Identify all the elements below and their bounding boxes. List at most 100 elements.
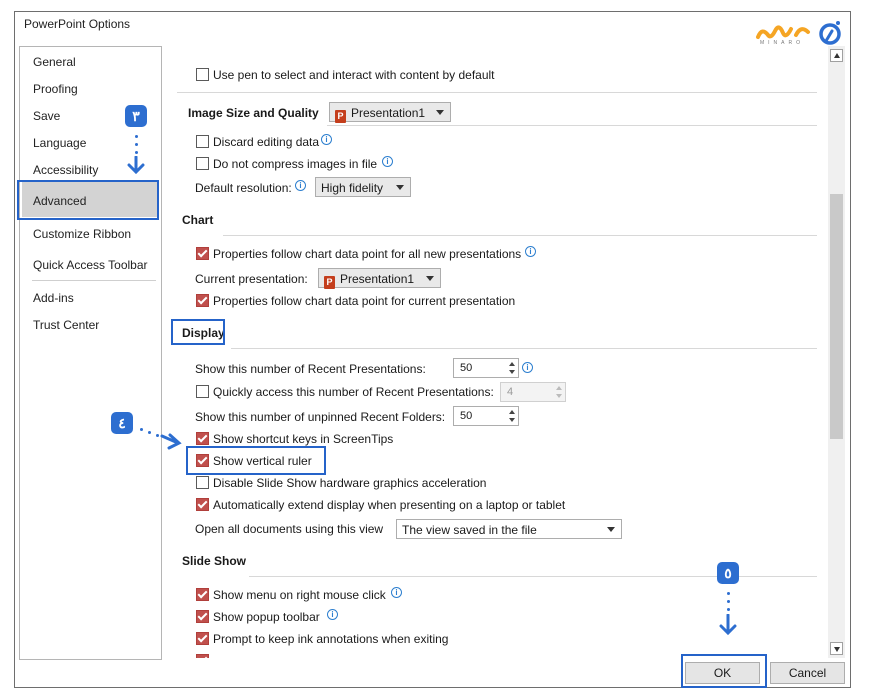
recent-presentations-value: 50 <box>460 362 473 374</box>
recent-folders-spinner[interactable]: 50 <box>453 406 519 426</box>
recent-folders-label: Show this number of unpinned Recent Fold… <box>195 410 446 424</box>
info-icon: i <box>382 156 393 167</box>
use-pen-label: Use pen to select and interact with cont… <box>213 68 495 82</box>
scrollbar-thumb[interactable] <box>830 194 843 439</box>
chevron-down-icon <box>436 110 444 115</box>
minaro-logo: MINARO <box>754 17 844 49</box>
disable-hw-label: Disable Slide Show hardware graphics acc… <box>213 476 487 490</box>
prop-current-label: Properties follow chart data point for c… <box>213 294 516 308</box>
recent-presentations-label: Show this number of Recent Presentations… <box>195 362 426 376</box>
shortcut-keys-checkbox[interactable] <box>196 432 209 445</box>
powerpoint-icon: P <box>335 110 346 123</box>
info-icon: i <box>295 180 306 191</box>
powerpoint-icon: P <box>324 276 335 289</box>
cancel-button[interactable]: Cancel <box>770 662 845 684</box>
quick-access-spinner[interactable]: 4 <box>500 382 566 402</box>
current-presentation-value: Presentation1 <box>340 272 415 286</box>
image-document-dropdown[interactable]: P Presentation1 <box>329 102 451 123</box>
shortcut-keys-label: Show shortcut keys in ScreenTips <box>213 432 394 446</box>
divider <box>177 92 817 93</box>
divider <box>231 348 817 349</box>
highlight-ok <box>681 654 767 688</box>
no-compress-checkbox[interactable] <box>196 157 209 170</box>
arrow-down-icon <box>719 614 737 636</box>
current-presentation-label: Current presentation: <box>195 272 308 286</box>
divider <box>327 125 817 126</box>
dot <box>727 592 730 595</box>
popup-toolbar-checkbox[interactable] <box>196 610 209 623</box>
extend-display-checkbox[interactable] <box>196 498 209 511</box>
sidebar-item-proofing[interactable]: Proofing <box>33 82 78 96</box>
scroll-up-button[interactable] <box>830 49 843 62</box>
dot <box>135 151 138 154</box>
arrow-down-icon <box>127 156 145 174</box>
image-document-value: Presentation1 <box>351 106 426 120</box>
vertical-scrollbar[interactable] <box>828 46 845 658</box>
arrow-down-icon <box>834 647 840 652</box>
recent-folders-value: 50 <box>460 410 473 422</box>
prop-all-label: Properties follow chart data point for a… <box>213 247 522 261</box>
sidebar-item-quick-access-toolbar[interactable]: Quick Access Toolbar <box>33 258 148 272</box>
dot <box>140 428 143 431</box>
info-icon: i <box>525 246 536 257</box>
recent-presentations-spinner[interactable]: 50 <box>453 358 519 378</box>
spin-up-icon[interactable] <box>509 362 515 366</box>
popup-toolbar-label: Show popup toolbar <box>213 610 320 624</box>
arrow-up-icon <box>834 53 840 58</box>
default-resolution-label: Default resolution: <box>195 181 292 195</box>
highlight-advanced <box>17 180 159 220</box>
disable-hw-checkbox[interactable] <box>196 476 209 489</box>
ink-annotations-checkbox[interactable] <box>196 632 209 645</box>
image-size-heading: Image Size and Quality <box>188 106 319 120</box>
dot <box>135 135 138 138</box>
menu-right-click-checkbox[interactable] <box>196 588 209 601</box>
sidebar-item-save[interactable]: Save <box>33 109 60 123</box>
open-documents-label: Open all documents using this view <box>195 522 384 536</box>
dot <box>135 143 138 146</box>
info-icon: i <box>391 587 402 598</box>
open-documents-dropdown[interactable]: The view saved in the file <box>396 519 622 539</box>
no-compress-label: Do not compress images in file <box>213 157 378 171</box>
menu-right-click-label: Show menu on right mouse click <box>213 588 386 602</box>
extend-display-label: Automatically extend display when presen… <box>213 498 566 512</box>
chevron-down-icon <box>607 527 615 532</box>
spin-up-icon[interactable] <box>509 410 515 414</box>
dot <box>156 434 159 437</box>
dot <box>727 608 730 611</box>
dialog-title: PowerPoint Options <box>24 17 131 31</box>
quick-access-value: 4 <box>507 386 514 398</box>
chevron-down-icon <box>426 276 434 281</box>
dot <box>727 600 730 603</box>
partial-checkbox[interactable] <box>196 654 209 658</box>
prop-current-checkbox[interactable] <box>196 294 209 307</box>
highlight-vertical-ruler <box>186 446 326 475</box>
step-badge-5: ٥ <box>717 562 739 584</box>
arrow-right-icon <box>160 433 182 450</box>
spin-down-icon <box>556 394 562 398</box>
ink-annotations-label: Prompt to keep ink annotations when exit… <box>213 632 449 646</box>
spin-down-icon[interactable] <box>509 418 515 422</box>
sidebar-item-accessibility[interactable]: Accessibility <box>33 163 98 177</box>
sidebar-item-add-ins[interactable]: Add-ins <box>33 291 74 305</box>
quick-access-checkbox[interactable] <box>196 385 209 398</box>
sidebar-item-trust-center[interactable]: Trust Center <box>33 318 99 332</box>
slide-show-heading: Slide Show <box>182 554 247 568</box>
dot <box>148 431 151 434</box>
info-icon: i <box>327 609 338 620</box>
highlight-display <box>171 319 225 345</box>
prop-all-checkbox[interactable] <box>196 247 209 260</box>
current-presentation-dropdown[interactable]: P Presentation1 <box>318 268 441 289</box>
divider <box>223 235 817 236</box>
sidebar-item-general[interactable]: General <box>33 55 76 69</box>
info-icon: i <box>522 362 533 373</box>
default-resolution-value: High fidelity <box>321 181 384 195</box>
spin-down-icon[interactable] <box>509 370 515 374</box>
discard-editing-checkbox[interactable] <box>196 135 209 148</box>
default-resolution-dropdown[interactable]: High fidelity <box>315 177 411 197</box>
sidebar-divider <box>32 280 156 281</box>
discard-editing-label: Discard editing data <box>213 135 320 149</box>
scroll-down-button[interactable] <box>830 642 843 655</box>
sidebar-item-language[interactable]: Language <box>33 136 86 150</box>
sidebar-item-customize-ribbon[interactable]: Customize Ribbon <box>33 227 131 241</box>
use-pen-checkbox[interactable] <box>196 68 209 81</box>
